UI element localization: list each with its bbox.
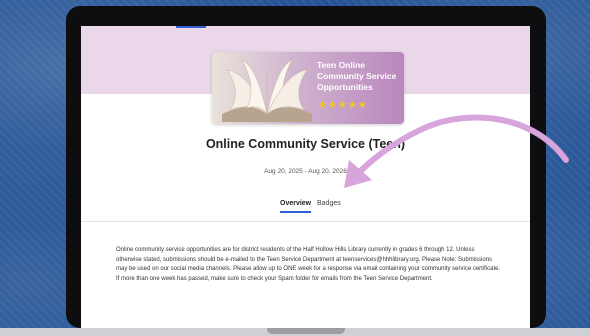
- page-title: Online Community Service (Teen): [205, 137, 406, 151]
- rating-stars-icon: ★★★★★: [318, 100, 368, 111]
- browser-screen: Teen Online Community Service Opportunit…: [81, 26, 530, 328]
- banner-title: Teen Online Community Service Opportunit…: [317, 60, 397, 92]
- program-banner-image: Teen Online Community Service Opportunit…: [212, 52, 404, 124]
- tab-bar: Overview Badges: [81, 200, 530, 220]
- nav-active-indicator: [176, 26, 206, 28]
- tab-divider: [81, 221, 530, 222]
- tab-badges[interactable]: Badges: [317, 200, 341, 211]
- tab-overview[interactable]: Overview: [280, 200, 312, 213]
- laptop-notch: [267, 328, 345, 334]
- date-range: Aug 20, 2025 - Aug 20, 2026: [264, 168, 347, 175]
- overview-description: Online community service opportunities a…: [116, 247, 501, 282]
- open-book-image: [222, 59, 312, 122]
